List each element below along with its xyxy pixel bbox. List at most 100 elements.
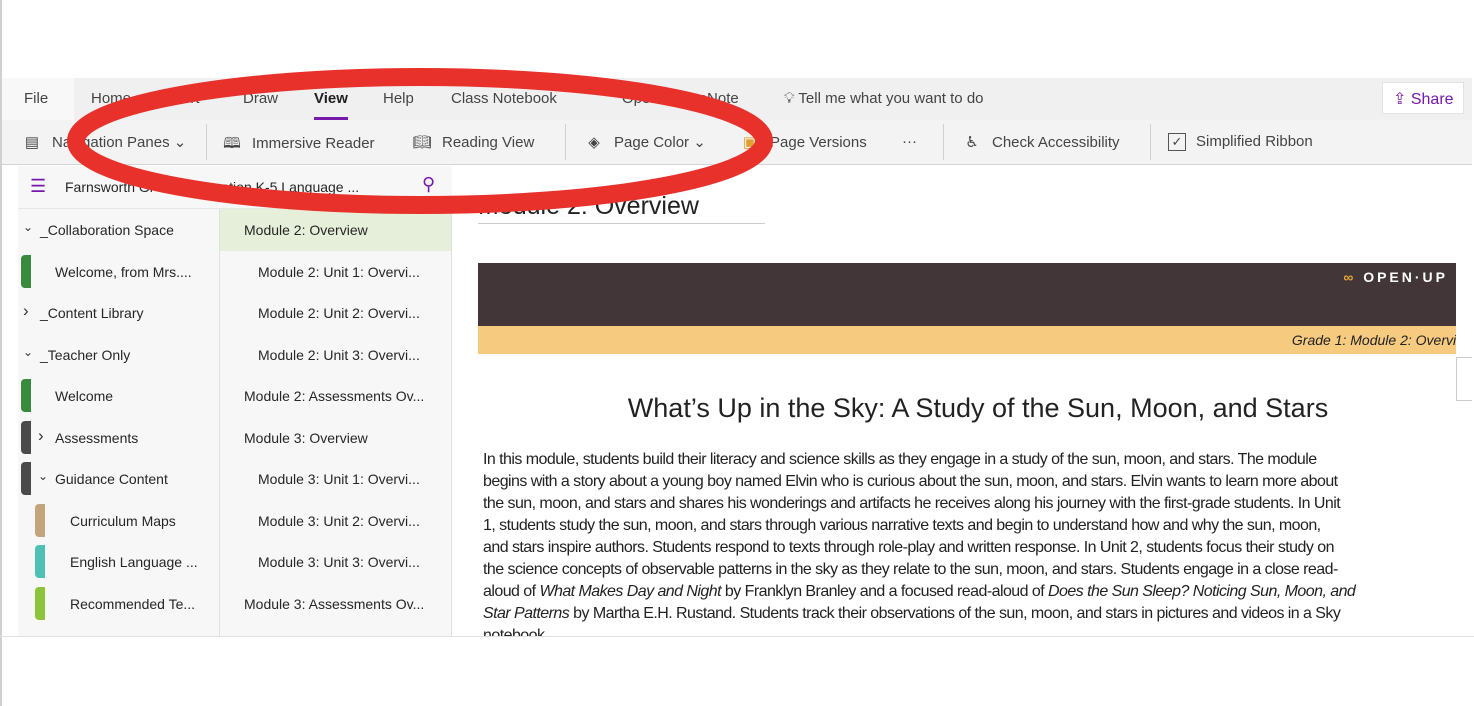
reading-view-button[interactable]: 📖︎ Reading View [412, 133, 534, 151]
divider [943, 124, 944, 160]
page-item[interactable]: Module 2: Unit 2: Overvi... [220, 292, 451, 334]
chevron-right-icon[interactable]: › [38, 426, 44, 446]
page-versions-icon: ▣ [742, 134, 758, 151]
paragraph-line: the science concepts of observable patte… [483, 561, 1456, 583]
tab-help[interactable]: Help [383, 90, 414, 107]
page-item[interactable]: Module 3: Unit 1: Overvi... [220, 458, 451, 500]
immersive-reader-icon: 🕮︎ [223, 135, 241, 152]
divider [1150, 124, 1151, 160]
reading-view-icon: 📖︎ [412, 134, 432, 151]
paragraph-line: Star Patterns by Martha E.H. Rustand. St… [483, 605, 1456, 627]
hamburger-menu-icon[interactable]: ☰ [30, 176, 46, 197]
section-item[interactable]: English Language ... [18, 541, 219, 583]
tell-me-search[interactable]: 💡︎ Tell me what you want to do [784, 90, 984, 107]
section-label: Guidance Content [55, 471, 168, 487]
section-item[interactable]: › Assessments [18, 417, 219, 459]
page-canvas: Module 2: Overview ∞ OPEN·UP Grade 1: Mo… [453, 166, 1472, 636]
text-run: What Makes Day and Night [539, 583, 721, 600]
page-label: Module 3: Unit 3: Overvi... [258, 554, 420, 570]
grade-strip: Grade 1: Module 2: Overview [478, 326, 1456, 354]
text-run: the science concepts of observable patte… [483, 561, 1338, 578]
paragraph-line: begins with a story about a young boy na… [483, 473, 1456, 495]
divider [565, 124, 566, 160]
chevron-right-icon[interactable]: › [23, 301, 29, 321]
page-label: Module 2: Unit 3: Overvi... [258, 346, 420, 363]
page-versions-label: Page Versions [770, 134, 867, 151]
check-accessibility-label: Check Accessibility [992, 134, 1120, 151]
page-label: Module 3: Assessments Ov... [244, 595, 425, 612]
section-color-tab [35, 503, 45, 537]
share-button[interactable]: ⇪ Share [1382, 82, 1464, 114]
tab-view[interactable]: View [314, 90, 348, 120]
section-item[interactable]: Welcome [18, 375, 219, 417]
section-label: _Content Library [40, 305, 144, 321]
simplified-ribbon-toggle[interactable]: ✓ Simplified Ribbon [1168, 133, 1313, 151]
section-label: Recommended Te... [70, 595, 196, 612]
section-label: Welcome, from Mrs.... [55, 263, 192, 280]
simplified-ribbon-label: Simplified Ribbon [1196, 133, 1313, 150]
page-color-button[interactable]: ◈ Page Color ⌄ [584, 133, 706, 151]
scrollbar[interactable] [1456, 357, 1472, 401]
page-title[interactable]: Module 2: Overview [478, 192, 765, 224]
section-color-tab [21, 462, 31, 495]
section-color-tab [21, 420, 31, 454]
page-item[interactable]: Module 3: Overview [220, 417, 451, 459]
section-item[interactable]: ⌄ Guidance Content [18, 458, 219, 500]
paragraph-line: and stars inspire authors. Students resp… [483, 539, 1456, 561]
more-options-button[interactable]: ··· [902, 133, 917, 150]
text-run: aloud of [483, 583, 540, 600]
tell-me-label: Tell me what you want to do [798, 90, 984, 107]
page-label: Module 2: Unit 1: Overvi... [258, 263, 420, 280]
text-run: the sun, moon, and stars and shares his … [483, 495, 1341, 512]
page-color-icon: ◈ [588, 134, 600, 151]
search-icon[interactable]: ⚲ [422, 174, 435, 195]
page-label: Module 2: Unit 2: Overvi... [258, 305, 420, 321]
text-run: begins with a story about a young boy na… [483, 473, 1338, 490]
section-list: ⌄ _Collaboration Space Welcome, from Mrs..… [18, 209, 220, 636]
page-item[interactable]: Module 3: Unit 3: Overvi... [220, 541, 451, 583]
tab-file[interactable]: File [2, 78, 74, 120]
tab-insert[interactable]: Insert [162, 90, 200, 107]
page-label: Module 3: Unit 2: Overvi... [258, 512, 420, 529]
module-heading: What’s Up in the Sky: A Study of the Sun… [627, 393, 1329, 423]
accessibility-icon: ♿︎ [965, 134, 979, 151]
section-item[interactable]: Welcome, from Mrs.... [18, 251, 219, 293]
tab-open-in-onenote[interactable]: Open in OneNote [622, 90, 739, 107]
page-item[interactable]: Module 3: Unit 2: Overvi... [220, 500, 451, 542]
check-accessibility-button[interactable]: ♿︎ Check Accessibility [962, 133, 1120, 151]
text-run: by Franklyn Branley and a focused read-a… [721, 583, 1049, 600]
page-item[interactable]: Module 2: Overview [220, 209, 451, 251]
section-item[interactable]: Curriculum Maps [18, 500, 219, 542]
section-item[interactable]: ⌄ _Teacher Only [18, 334, 219, 376]
tab-home[interactable]: Home [91, 90, 131, 107]
text-run: Does the Sun Sleep? Noticing Sun, Moon, … [1048, 583, 1356, 600]
open-up-banner: ∞ OPEN·UP [478, 263, 1456, 326]
navigation-panes-button[interactable]: ▤ Navigation Panes ⌄ [22, 133, 186, 151]
section-item[interactable]: Recommended Te... [18, 583, 219, 625]
chevron-down-icon[interactable]: ⌄ [38, 469, 48, 483]
section-item[interactable]: › _Content Library [18, 292, 219, 334]
tab-class-notebook[interactable]: Class Notebook [451, 90, 557, 107]
notebook-name[interactable]: Farnsworth Gr Education K-5 Language ... [65, 179, 359, 195]
chevron-down-icon: ⌄ [173, 134, 187, 151]
page-item[interactable]: Module 2: Unit 3: Overvi... [220, 334, 451, 376]
page-item[interactable]: Module 2: Unit 1: Overvi... [220, 251, 451, 293]
reading-view-label: Reading View [442, 134, 535, 151]
tab-draw[interactable]: Draw [243, 90, 278, 107]
page-label: Module 2: Overview [244, 222, 368, 238]
page-item[interactable]: Module 2: Assessments Ov... [220, 375, 451, 417]
share-label: Share [1410, 91, 1454, 108]
chevron-down-icon[interactable]: ⌄ [23, 345, 33, 359]
page-color-label: Page Color [614, 134, 690, 151]
page-item[interactable]: Module 3: Assessments Ov... [220, 583, 451, 625]
page-label: Module 3: Overview [244, 429, 368, 446]
immersive-reader-button[interactable]: 🕮︎ Immersive Reader [222, 133, 374, 158]
section-label: English Language ... [70, 554, 198, 570]
page-versions-button[interactable]: ▣ Page Versions [740, 133, 867, 151]
section-item[interactable]: ⌄ _Collaboration Space [18, 209, 219, 251]
notebook-header[interactable]: ☰ Farnsworth Gr Education K-5 Language .… [18, 166, 452, 209]
divider [0, 636, 1474, 637]
text-run: notebook. [483, 627, 549, 636]
lightbulb-icon: 💡︎ [784, 90, 799, 107]
chevron-down-icon[interactable]: ⌄ [23, 220, 33, 234]
